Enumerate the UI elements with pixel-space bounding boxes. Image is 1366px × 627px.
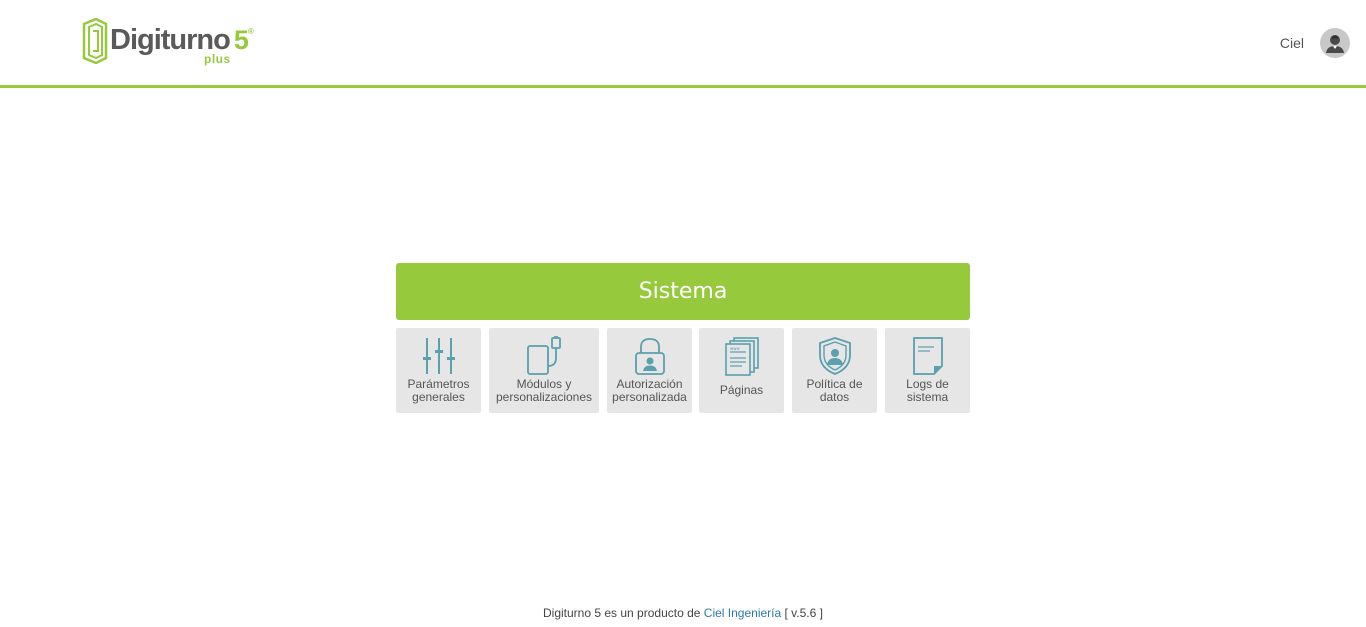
user-menu[interactable]: Ciel xyxy=(1280,27,1350,59)
user-name: Ciel xyxy=(1279,35,1304,51)
tile-parametros-generales[interactable]: Parámetros generales xyxy=(396,328,481,413)
shield-user-icon xyxy=(818,337,851,375)
tile-label: Logs de sistema xyxy=(906,377,949,404)
tile-label: Páginas xyxy=(719,383,764,397)
sliders-icon xyxy=(422,338,455,374)
tile-label: Autorización personalizada xyxy=(612,377,687,404)
tile-autorizacion-personalizada[interactable]: Autorización personalizada xyxy=(607,328,692,413)
company-link[interactable]: Ciel Ingeniería xyxy=(704,606,781,620)
digiturno-logo[interactable]: Digiturno 5® plus xyxy=(82,18,262,68)
padlock-user-icon xyxy=(634,338,665,375)
document-icon xyxy=(912,337,943,375)
footer: Digiturno 5 es un producto de Ciel Ingen… xyxy=(0,606,1366,620)
logo-plus: plus xyxy=(204,52,231,66)
panel-title: Sistema xyxy=(396,263,970,320)
web-pages-icon: www xyxy=(724,337,759,376)
sistema-panel: Sistema Parámetros generales Módulos y p… xyxy=(396,263,970,413)
logo-text: Digiturno 5® plus xyxy=(110,18,254,68)
tile-label: Módulos y personalizaciones xyxy=(495,377,593,404)
version-label: [ v.5.6 ] xyxy=(784,606,823,620)
logo-word: Digiturno 5® xyxy=(110,24,254,56)
footer-text: Digiturno 5 es un producto de xyxy=(543,606,701,620)
tile-modulos-personalizaciones[interactable]: Módulos y personalizaciones xyxy=(489,328,599,413)
usb-device-icon xyxy=(527,336,561,375)
avatar[interactable] xyxy=(1320,28,1350,58)
tile-label: Política de datos xyxy=(806,377,863,404)
user-avatar-icon xyxy=(1326,35,1344,53)
tiles-row: Parámetros generales Módulos y personali… xyxy=(396,328,970,413)
svg-text:www: www xyxy=(730,346,741,351)
app-header: Digiturno 5® plus Ciel xyxy=(0,0,1366,88)
tile-label: Parámetros generales xyxy=(407,377,470,404)
tile-paginas[interactable]: www Páginas xyxy=(699,328,784,413)
digiturno-logo-icon xyxy=(82,18,108,64)
tile-politica-datos[interactable]: Política de datos xyxy=(792,328,877,413)
tile-logs-sistema[interactable]: Logs de sistema xyxy=(885,328,970,413)
